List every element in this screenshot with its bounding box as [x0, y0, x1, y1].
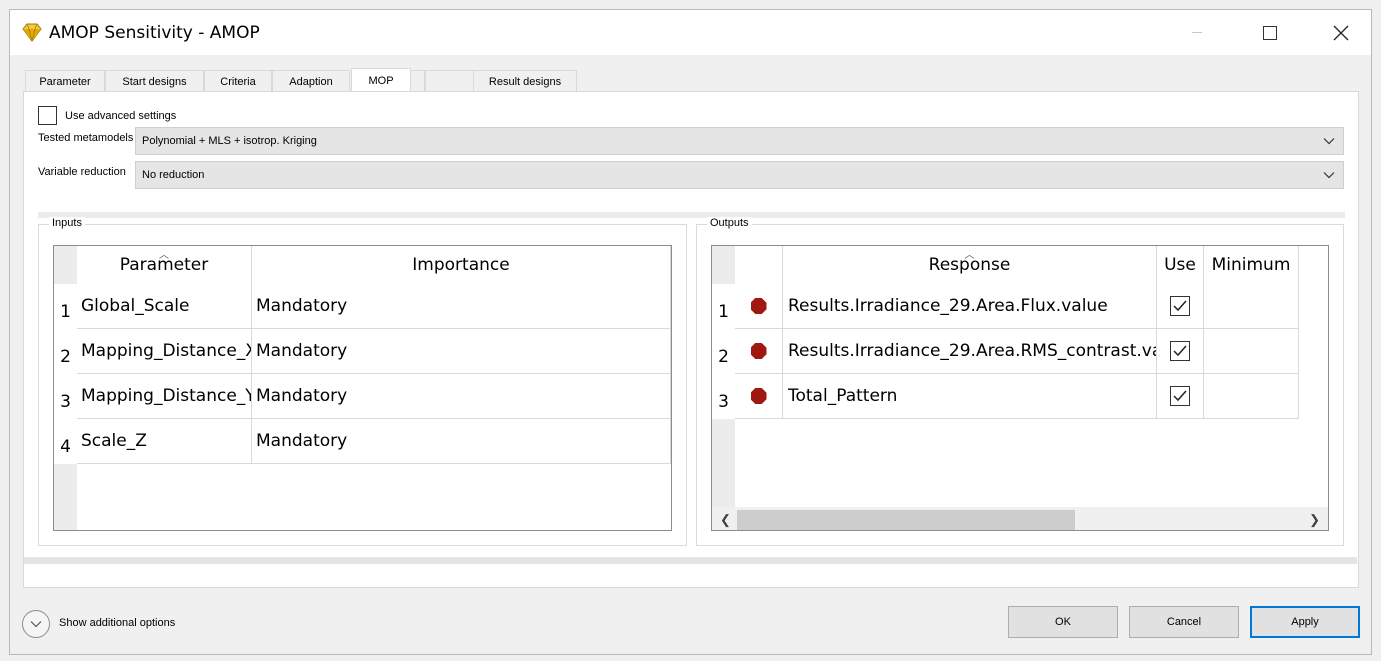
show-options-label[interactable]: Show additional options: [59, 617, 175, 629]
table-cell-parameter[interactable]: Global_Scale: [77, 284, 252, 329]
inputs-group-title: Inputs: [49, 217, 85, 229]
row-number: 1: [712, 284, 735, 329]
inputs-group: Inputs ︿ Parameter Importance 1 Global_S…: [38, 217, 687, 546]
use-checkbox[interactable]: [1170, 296, 1190, 316]
col-header-parameter[interactable]: ︿ Parameter: [77, 246, 252, 284]
col-header-minimum[interactable]: Minimum: [1204, 246, 1299, 284]
checkmark-icon: [1173, 345, 1187, 357]
table-cell-use: [1157, 374, 1204, 419]
variable-reduction-value: No reduction: [142, 169, 205, 181]
table-cell-importance[interactable]: Mandatory: [252, 419, 671, 464]
sort-up-icon: ︿: [964, 250, 975, 261]
table-cell-parameter[interactable]: Mapping_Distance_X: [77, 329, 252, 374]
row-number: 1: [54, 284, 77, 329]
scroll-right-icon[interactable]: ❯: [1309, 512, 1320, 528]
row-number: 2: [712, 329, 735, 374]
use-advanced-checkbox[interactable]: [38, 106, 57, 125]
section-divider: [38, 212, 1345, 218]
show-options-button[interactable]: [22, 610, 50, 638]
table-cell-importance[interactable]: Mandatory: [252, 374, 671, 419]
col-header-use[interactable]: Use: [1157, 246, 1204, 284]
tested-metamodels-combo[interactable]: Polynomial + MLS + isotrop. Kriging: [135, 127, 1344, 155]
apply-button[interactable]: Apply: [1250, 606, 1360, 638]
use-advanced-row: Use advanced settings: [38, 106, 176, 125]
table-cell-response[interactable]: Results.Irradiance_29.Area.Flux.value: [783, 284, 1157, 329]
table-cell-use: [1157, 329, 1204, 374]
tab-mop[interactable]: MOP: [351, 68, 411, 93]
maximize-icon: [1263, 25, 1277, 40]
status-octagon-icon: [750, 298, 767, 314]
table-cell-importance[interactable]: Mandatory: [252, 329, 671, 374]
status-octagon-icon: [750, 343, 767, 359]
chevron-down-icon: [1323, 172, 1335, 179]
table-cell-parameter[interactable]: Mapping_Distance_Y: [77, 374, 252, 419]
use-checkbox[interactable]: [1170, 386, 1190, 406]
chevron-down-icon: [1323, 138, 1335, 145]
outputs-group: Outputs ︿ Response Use Minimum 1 Results…: [696, 217, 1344, 546]
tab-parameter[interactable]: Parameter: [25, 70, 105, 92]
scroll-left-icon[interactable]: ❮: [720, 512, 731, 528]
col-header-label: Importance: [412, 255, 510, 275]
variable-reduction-label: Variable reduction: [38, 166, 126, 178]
tab-criteria[interactable]: Criteria: [204, 70, 272, 92]
dialog-window: AMOP Sensitivity - AMOP Parameter Start …: [9, 9, 1372, 655]
status-octagon-icon: [750, 388, 767, 404]
sketch-diamond-icon: [22, 23, 42, 42]
horizontal-scrollbar[interactable]: ❮ ❯: [712, 507, 1328, 530]
use-checkbox[interactable]: [1170, 341, 1190, 361]
table-cell-status: [735, 284, 783, 329]
row-number: 3: [54, 374, 77, 419]
inputs-table: ︿ Parameter Importance 1 Global_Scale Ma…: [53, 245, 672, 531]
table-cell-response[interactable]: Results.Irradiance_29.Area.RMS_contrast.…: [783, 329, 1157, 374]
col-header-response[interactable]: ︿ Response: [783, 246, 1157, 284]
table-cell-use: [1157, 284, 1204, 329]
mop-tab-panel: Use advanced settings Tested metamodels …: [23, 91, 1359, 588]
ok-button[interactable]: OK: [1008, 606, 1118, 638]
col-header-importance[interactable]: Importance: [252, 246, 671, 284]
scrollbar-thumb[interactable]: [737, 510, 1075, 530]
outputs-table: ︿ Response Use Minimum 1 Results.Irradia…: [711, 245, 1329, 531]
tested-metamodels-label: Tested metamodels: [38, 132, 134, 144]
col-header-label: Minimum: [1211, 255, 1291, 275]
maximize-button[interactable]: [1247, 10, 1293, 55]
row-number: 3: [712, 374, 735, 419]
tab-adaption[interactable]: Adaption: [272, 70, 350, 92]
table-cell-minimum[interactable]: [1204, 374, 1299, 419]
row-number: 2: [54, 329, 77, 374]
use-advanced-label: Use advanced settings: [65, 109, 177, 122]
table-cell-status: [735, 374, 783, 419]
close-icon: [1333, 25, 1349, 40]
title-bar: AMOP Sensitivity - AMOP: [10, 10, 1371, 55]
close-button[interactable]: [1318, 10, 1364, 55]
table-cell-parameter[interactable]: Scale_Z: [77, 419, 252, 464]
tab-result-designs[interactable]: Result designs: [473, 70, 577, 92]
sort-up-icon: ︿: [159, 250, 169, 261]
window-title: AMOP Sensitivity - AMOP: [49, 23, 260, 43]
table-cell-minimum[interactable]: [1204, 284, 1299, 329]
minimize-button[interactable]: [1174, 10, 1220, 55]
chevron-down-icon: [30, 621, 42, 628]
col-header-label: Use: [1164, 255, 1196, 275]
checkmark-icon: [1173, 390, 1187, 402]
table-cell-response[interactable]: Total_Pattern: [783, 374, 1157, 419]
checkmark-icon: [1173, 300, 1187, 312]
col-header-status: [735, 246, 783, 284]
bottom-divider: [24, 557, 1357, 564]
outputs-group-title: Outputs: [707, 217, 752, 229]
table-cell-status: [735, 329, 783, 374]
minimize-icon: [1192, 32, 1202, 33]
tested-metamodels-value: Polynomial + MLS + isotrop. Kriging: [142, 135, 317, 147]
table-cell-minimum[interactable]: [1204, 329, 1299, 374]
row-number: 4: [54, 419, 77, 464]
variable-reduction-combo[interactable]: No reduction: [135, 161, 1344, 189]
table-cell-importance[interactable]: Mandatory: [252, 284, 671, 329]
tab-start-designs[interactable]: Start designs: [105, 70, 204, 92]
cancel-button[interactable]: Cancel: [1129, 606, 1239, 638]
